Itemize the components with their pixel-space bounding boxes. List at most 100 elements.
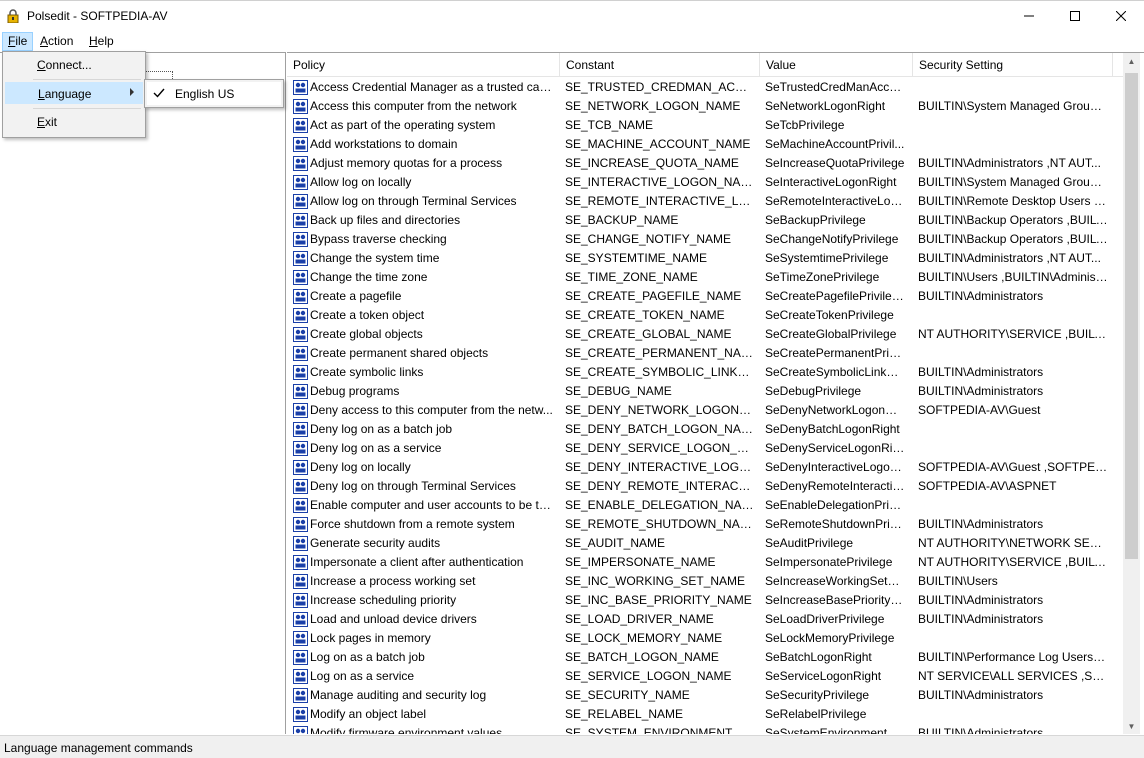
maximize-icon (1070, 11, 1080, 21)
english-us-label: English US (175, 87, 235, 101)
policy-icon (293, 80, 308, 95)
table-row[interactable]: Load and unload device drivers SE_LOAD_DR… (287, 610, 1123, 629)
maximize-button[interactable] (1052, 1, 1098, 31)
policy-icon (293, 536, 308, 551)
policy-icon (293, 251, 308, 266)
table-row[interactable]: Allow log on locally SE_INTERACTIVE_LOGON… (287, 173, 1123, 192)
minimize-button[interactable] (1006, 1, 1052, 31)
table-row[interactable]: Change the time zone SE_TIME_ZONE_NAME SeT… (287, 268, 1123, 287)
value-cell: SeCreateGlobalPrivilege (765, 327, 897, 341)
close-button[interactable] (1098, 1, 1144, 31)
value-cell: SeMachineAccountPrivil... (765, 137, 905, 151)
list-header: Policy Constant Value Security Setting (287, 53, 1123, 77)
menu-action[interactable]: Action (35, 32, 78, 51)
column-header-policy[interactable]: Policy (287, 53, 560, 77)
menu-item-exit[interactable]: Exit (5, 111, 143, 133)
security-setting-cell (918, 308, 1108, 324)
scrollbar-thumb[interactable] (1125, 73, 1138, 559)
security-setting-cell: BUILTIN\Administrators ,NT AUT... (918, 251, 1101, 265)
value-cell: SeSecurityPrivilege (765, 688, 870, 702)
table-row[interactable]: Change the system time SE_SYSTEMTIME_NAME… (287, 249, 1123, 268)
policy-cell: Access this computer from the network (310, 99, 517, 113)
policy-icon (293, 270, 308, 285)
constant-cell: SE_TRUSTED_CREDMAN_ACCESS... (565, 80, 755, 94)
constant-cell: SE_DENY_NETWORK_LOGON_NA... (565, 403, 755, 417)
table-row[interactable]: Create symbolic links SE_CREATE_SYMBOLIC_… (287, 363, 1123, 382)
policy-list[interactable]: Policy Constant Value Security Setting A… (287, 52, 1144, 734)
table-row[interactable]: Log on as a service SE_SERVICE_LOGON_NAME… (287, 667, 1123, 686)
policy-cell: Increase a process working set (310, 574, 476, 588)
security-setting-cell: BUILTIN\Administrators (918, 688, 1044, 702)
policy-cell: Log on as a service (310, 669, 415, 683)
policy-cell: Change the system time (310, 251, 440, 265)
column-header-value[interactable]: Value (760, 53, 913, 77)
value-cell: SeRemoteInteractiveLog... (765, 194, 905, 208)
menu-item-language[interactable]: Language (5, 82, 143, 104)
policy-icon (293, 327, 308, 342)
value-cell: SeLoadDriverPrivilege (765, 612, 885, 626)
table-row[interactable]: Create a pagefile SE_CREATE_PAGEFILE_NAME… (287, 287, 1123, 306)
policy-icon (293, 688, 308, 703)
table-row[interactable]: Log on as a batch job SE_BATCH_LOGON_NAME… (287, 648, 1123, 667)
security-setting-cell: SOFTPEDIA-AV\ASPNET (918, 479, 1057, 493)
table-row[interactable]: Act as part of the operating system SE_TC… (287, 116, 1123, 135)
menu-file[interactable]: File (2, 32, 34, 51)
policy-icon (293, 156, 308, 171)
menu-item-connect[interactable]: Connect... (5, 54, 143, 76)
table-row[interactable]: Deny log on as a service SE_DENY_SERVICE_… (287, 439, 1123, 458)
table-row[interactable]: Adjust memory quotas for a process SE_INC… (287, 154, 1123, 173)
value-cell: SeCreatePagefilePrivilege (765, 289, 905, 303)
value-cell: SeIncreaseBasePriorityPri... (765, 593, 905, 607)
table-row[interactable]: Deny log on locally SE_DENY_INTERACTIVE_L… (287, 458, 1123, 477)
menu-item-english-us[interactable]: English US (147, 82, 281, 105)
table-row[interactable]: Create a token object SE_CREATE_TOKEN_NAM… (287, 306, 1123, 325)
policy-cell: Change the time zone (310, 270, 428, 284)
table-row[interactable]: Enable computer and user accounts to be … (287, 496, 1123, 515)
value-cell: SeDebugPrivilege (765, 384, 862, 398)
policy-cell: Lock pages in memory (310, 631, 431, 645)
policy-icon (293, 707, 308, 722)
constant-cell: SE_INCREASE_QUOTA_NAME (565, 156, 739, 170)
table-row[interactable]: Create global objects SE_CREATE_GLOBAL_NA… (287, 325, 1123, 344)
table-row[interactable]: Manage auditing and security log SE_SECUR… (287, 686, 1123, 705)
table-row[interactable]: Increase scheduling priority SE_INC_BASE_… (287, 591, 1123, 610)
table-row[interactable]: Add workstations to domain SE_MACHINE_ACC… (287, 135, 1123, 154)
table-row[interactable]: Create permanent shared objects SE_CREATE… (287, 344, 1123, 363)
menu-separator (33, 79, 141, 80)
value-cell: SeCreateSymbolicLinkPri... (765, 365, 905, 379)
value-cell: SeLockMemoryPrivilege (765, 631, 895, 645)
tree-pane[interactable] (0, 52, 286, 734)
constant-cell: SE_TIME_ZONE_NAME (565, 270, 698, 284)
table-row[interactable]: Modify firmware environment values SE_SYS… (287, 724, 1123, 734)
table-row[interactable]: Allow log on through Terminal Services SE… (287, 192, 1123, 211)
value-cell: SeAuditPrivilege (765, 536, 854, 550)
constant-cell: SE_MACHINE_ACCOUNT_NAME (565, 137, 751, 151)
policy-cell: Add workstations to domain (310, 137, 458, 151)
table-row[interactable]: Access Credential Manager as a trusted c… (287, 78, 1123, 97)
column-header-constant[interactable]: Constant (560, 53, 760, 77)
value-cell: SeTrustedCredManAcces... (765, 80, 905, 94)
constant-cell: SE_INC_BASE_PRIORITY_NAME (565, 593, 752, 607)
policy-cell: Debug programs (310, 384, 400, 398)
table-row[interactable]: Generate security audits SE_AUDIT_NAME SeA… (287, 534, 1123, 553)
menu-help[interactable]: Help (84, 32, 119, 51)
scroll-down-arrow-icon[interactable]: ▼ (1123, 718, 1140, 734)
scroll-up-arrow-icon[interactable]: ▲ (1123, 53, 1140, 70)
table-row[interactable]: Debug programs SE_DEBUG_NAME SeDebugPrivil… (287, 382, 1123, 401)
security-setting-cell (918, 346, 1108, 362)
table-row[interactable]: Lock pages in memory SE_LOCK_MEMORY_NAME S… (287, 629, 1123, 648)
column-header-security-setting[interactable]: Security Setting (913, 53, 1113, 77)
vertical-scrollbar[interactable]: ▲ ▼ (1123, 53, 1140, 734)
table-row[interactable]: Deny access to this computer from the ne… (287, 401, 1123, 420)
table-row[interactable]: Bypass traverse checking SE_CHANGE_NOTIFY… (287, 230, 1123, 249)
policy-icon (293, 175, 308, 190)
table-row[interactable]: Force shutdown from a remote system SE_RE… (287, 515, 1123, 534)
policy-cell: Deny log on through Terminal Services (310, 479, 516, 493)
table-row[interactable]: Increase a process working set SE_INC_WOR… (287, 572, 1123, 591)
table-row[interactable]: Deny log on through Terminal Services SE_… (287, 477, 1123, 496)
table-row[interactable]: Deny log on as a batch job SE_DENY_BATCH_… (287, 420, 1123, 439)
table-row[interactable]: Back up files and directories SE_BACKUP_N… (287, 211, 1123, 230)
table-row[interactable]: Modify an object label SE_RELABEL_NAME SeR… (287, 705, 1123, 724)
table-row[interactable]: Access this computer from the network SE_… (287, 97, 1123, 116)
table-row[interactable]: Impersonate a client after authenticatio… (287, 553, 1123, 572)
